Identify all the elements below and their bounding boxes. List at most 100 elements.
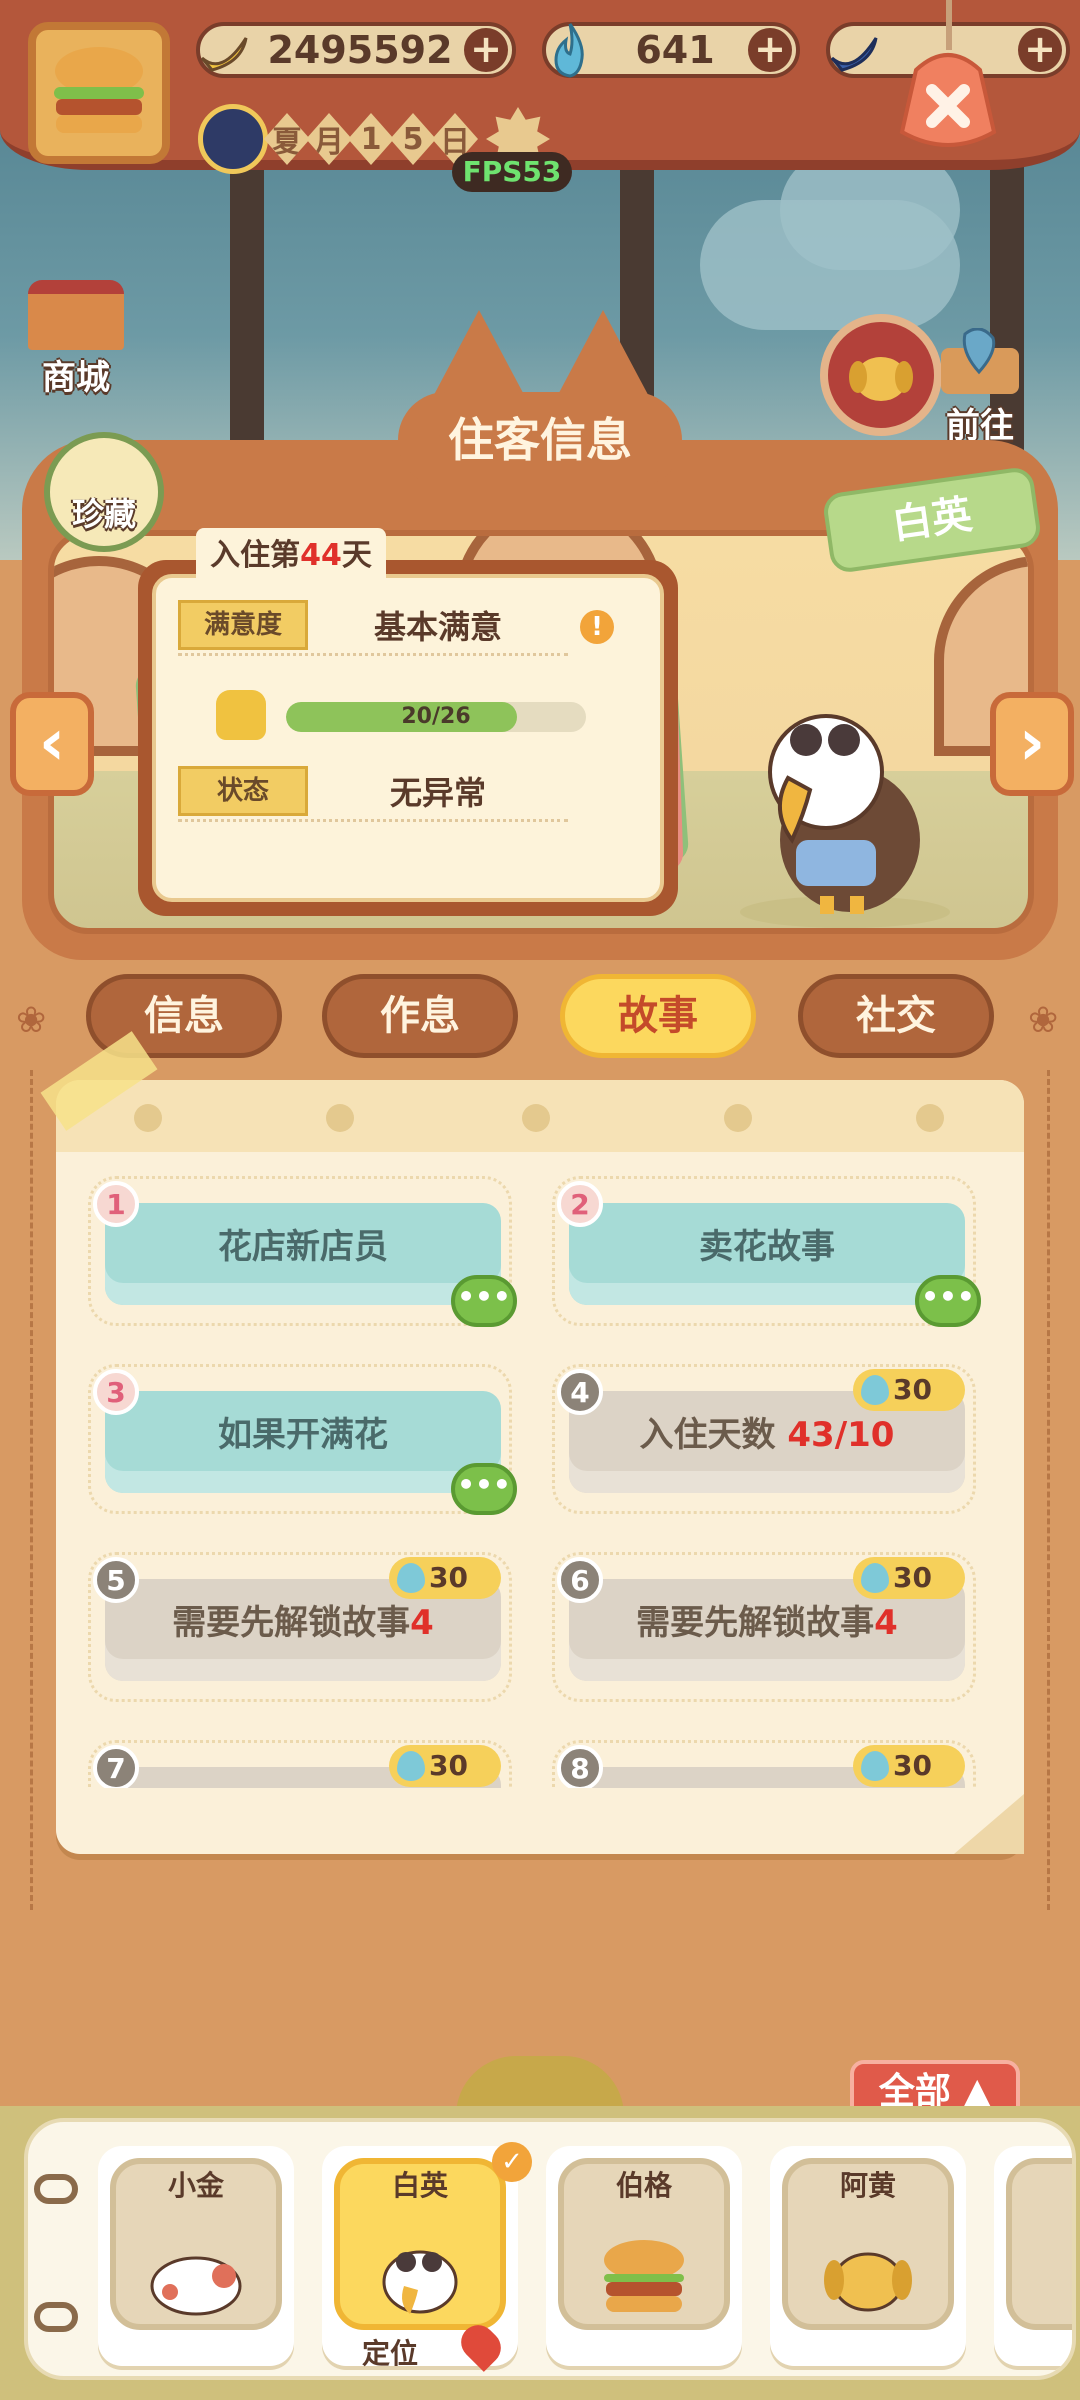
add-fire-button[interactable]: + <box>748 28 792 72</box>
dog-face-icon <box>849 357 913 401</box>
resident-info-card: 满意度 基本满意 ! 20/26 状态 无异常 <box>138 560 678 916</box>
unlock-cost-value: 30 <box>893 1561 932 1594</box>
shop-icon <box>28 280 124 350</box>
resident-card-name: 伯格 <box>615 2169 672 2202</box>
close-icon <box>899 53 997 147</box>
dog-portrait-icon <box>824 2252 912 2312</box>
fire-currency: 641 + <box>542 22 800 78</box>
tab-schedule[interactable]: 作息 <box>322 974 518 1058</box>
panel-title-plate: 住客信息 <box>398 392 682 488</box>
story-card[interactable]: 如果开满花 3 ••• <box>88 1364 517 1515</box>
shop-label: 商城 <box>42 358 110 398</box>
story-title-text: 需要先解锁故事 <box>172 1603 411 1643</box>
goto-button[interactable]: 前往 <box>935 328 1025 447</box>
story-number-badge: 7 <box>93 1745 139 1788</box>
date-char: 月 <box>306 113 352 165</box>
resident-card-xiaojin[interactable]: 小金 <box>98 2146 294 2366</box>
stay-suffix: 天 <box>341 538 372 573</box>
story-number-badge: 5 <box>93 1557 139 1603</box>
story-card[interactable]: 需要先解锁故事4 6 30 <box>552 1552 976 1702</box>
binder-ring <box>34 2302 78 2332</box>
blue-flame-icon <box>397 1751 425 1781</box>
paw-icon: ❀ <box>16 1000 47 1041</box>
player-avatar[interactable] <box>28 22 170 164</box>
locate-button[interactable]: 定位 <box>362 2332 418 2372</box>
resident-list[interactable]: 小金 白英 ✓ 定位 伯格 阿黄 <box>24 2118 1076 2380</box>
resident-card-boge[interactable]: 伯格 <box>546 2146 742 2366</box>
story-requirement-value: 43/10 <box>787 1415 895 1455</box>
board-page-fold <box>954 1794 1024 1854</box>
story-card[interactable]: 7 30 <box>88 1740 512 1788</box>
add-blue-banana-button[interactable]: + <box>1018 28 1062 72</box>
story-list[interactable]: 花店新店员 1 ••• 卖花故事 2 ••• 如果开满花 3 ••• 入住天数 43/10 4 30 需… <box>56 1176 1024 1788</box>
map-pin-icon <box>941 328 1019 394</box>
clock-icon <box>198 104 268 174</box>
add-banana-button[interactable]: + <box>464 28 508 72</box>
unlock-cost-badge: 30 <box>389 1745 501 1787</box>
unlock-cost-value: 30 <box>893 1749 932 1782</box>
story-title-text: 入住天数 <box>639 1415 788 1455</box>
story-title-text: 花店新店员 <box>218 1227 388 1267</box>
story-number-badge: 6 <box>557 1557 603 1603</box>
date-char: 1 <box>348 113 394 165</box>
unlock-cost-value: 30 <box>429 1561 468 1594</box>
close-button[interactable] <box>896 40 1000 160</box>
story-title: 卖花故事 <box>569 1203 965 1305</box>
stay-prefix: 入住第 <box>210 538 301 573</box>
board-pin <box>916 1104 944 1132</box>
next-resident-button[interactable]: › <box>990 692 1074 796</box>
satisfaction-label: 满意度 <box>178 599 308 650</box>
alert-icon[interactable]: ! <box>580 610 614 644</box>
tab-social[interactable]: 社交 <box>798 974 994 1058</box>
resident-card-ahuang[interactable]: 阿黄 <box>770 2146 966 2366</box>
stay-days: 44 <box>300 538 342 573</box>
story-card[interactable]: 需要先解锁故事4 5 30 <box>88 1552 512 1702</box>
blue-banana-icon <box>830 37 878 72</box>
chat-bubble-icon[interactable]: ••• <box>915 1275 981 1327</box>
board-pin <box>326 1104 354 1132</box>
paw-icon: ❀ <box>1028 1000 1059 1041</box>
resident-card-partial[interactable] <box>994 2146 1072 2366</box>
story-number-badge: 1 <box>93 1181 139 1227</box>
fps-counter: FPS53 <box>452 152 572 192</box>
chat-bubble-icon[interactable]: ••• <box>451 1463 517 1515</box>
collection-button[interactable]: 珍藏 <box>44 432 164 552</box>
story-card[interactable]: 花店新店员 1 ••• <box>88 1176 517 1327</box>
satisfaction-value: 基本满意 <box>373 607 502 646</box>
tab-story[interactable]: 故事 <box>560 974 756 1058</box>
eagle-resident-icon <box>740 714 950 928</box>
banana-currency: 2495592 + <box>196 22 516 78</box>
story-requirement-value: 4 <box>410 1603 434 1643</box>
burger-portrait-icon <box>604 2240 684 2312</box>
story-card[interactable]: 8 30 <box>552 1740 976 1788</box>
resident-record-button[interactable] <box>820 314 942 436</box>
date-char: 5 <box>390 113 436 165</box>
card-body: 满意度 基本满意 ! 20/26 状态 无异常 <box>152 574 664 902</box>
story-number-badge: 8 <box>557 1745 603 1788</box>
story-number-badge: 3 <box>93 1369 139 1415</box>
shop-button[interactable]: 商城 <box>28 280 124 399</box>
burger-avatar-icon <box>54 47 144 133</box>
chat-bubble-icon[interactable]: ••• <box>451 1275 517 1327</box>
blue-flame-icon <box>861 1751 889 1781</box>
prev-resident-button[interactable]: ‹ <box>10 692 94 796</box>
collection-label: 珍藏 <box>71 495 136 533</box>
unlock-cost-value: 30 <box>893 1373 932 1406</box>
blue-flame-icon <box>554 23 584 78</box>
board-pin <box>724 1104 752 1132</box>
resident-frame <box>1006 2158 1072 2330</box>
story-title-text: 如果开满花 <box>218 1415 388 1455</box>
story-card[interactable]: 入住天数 43/10 4 30 <box>552 1364 976 1514</box>
board-header <box>56 1080 1024 1152</box>
unlock-cost-badge: 30 <box>853 1745 965 1787</box>
unlock-cost-badge: 30 <box>389 1557 501 1599</box>
satisfaction-row: 满意度 基本满意 <box>178 596 568 656</box>
story-card[interactable]: 卖花故事 2 ••• <box>552 1176 981 1327</box>
status-label: 状态 <box>178 765 308 816</box>
story-number-badge: 2 <box>557 1181 603 1227</box>
satisfaction-progress-bar: 20/26 <box>286 702 586 732</box>
resident-card-baiying[interactable]: 白英 ✓ 定位 <box>322 2142 532 2372</box>
blue-flame-icon <box>397 1563 425 1593</box>
blue-flame-icon <box>861 1375 889 1405</box>
binder-ring <box>34 2174 78 2204</box>
